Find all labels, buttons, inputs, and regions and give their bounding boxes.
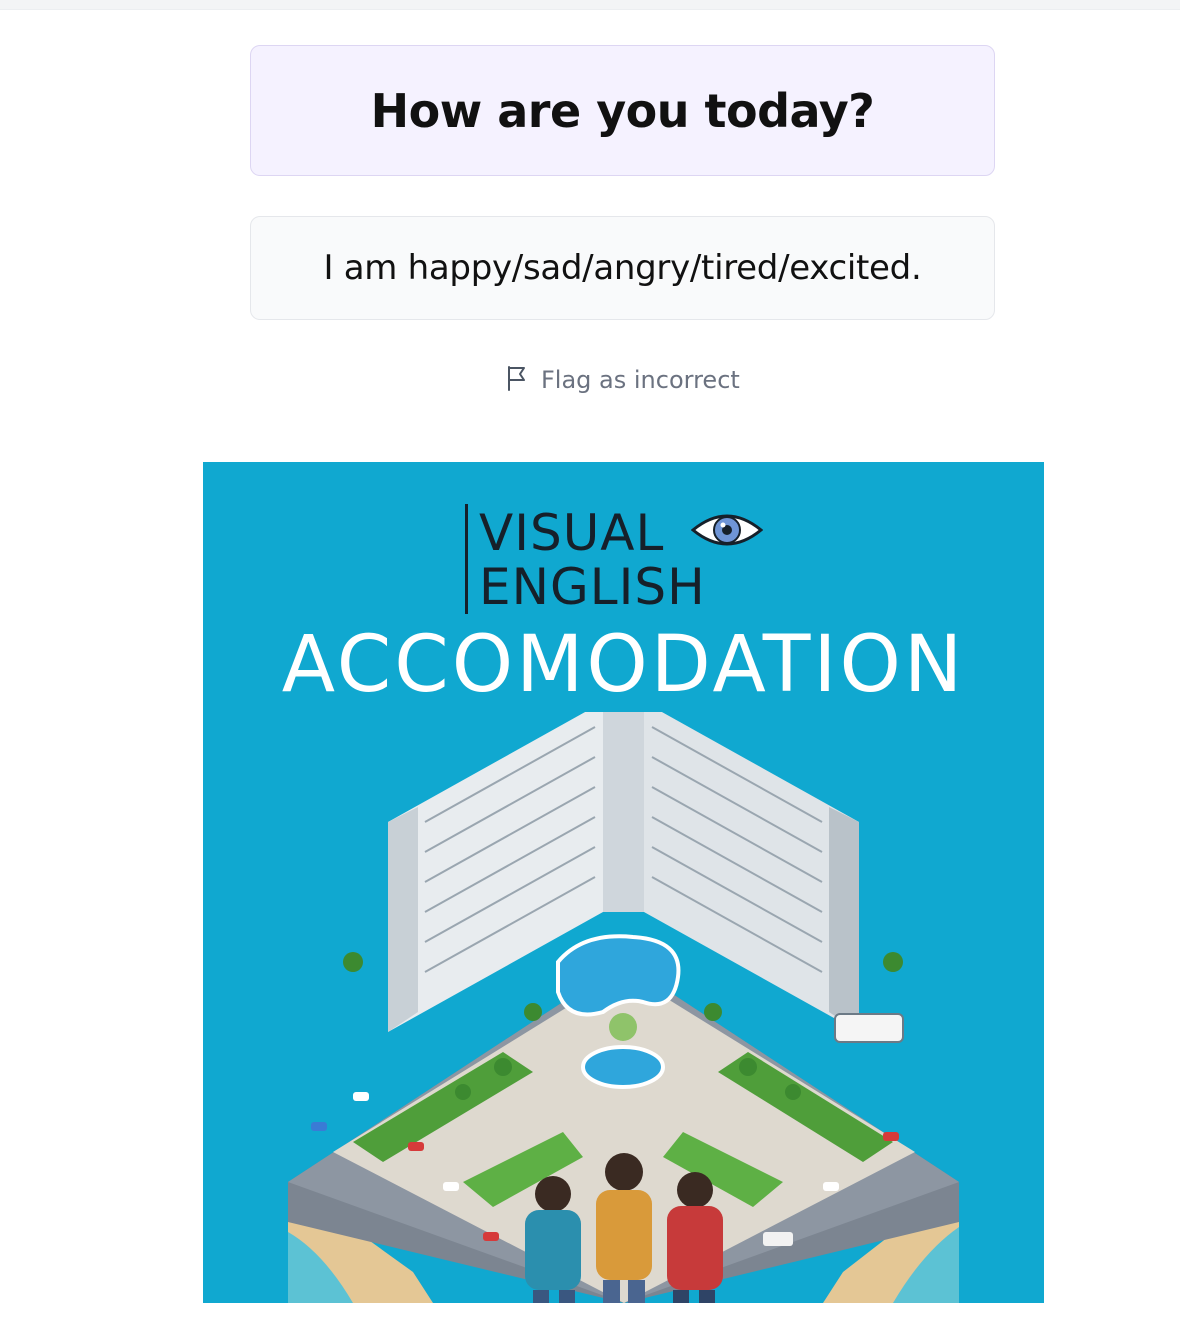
flag-icon [505,364,531,396]
answer-text: I am happy/sad/angry/tired/excited. [323,248,922,288]
logo-line-visual: VISUAL [479,504,665,562]
question-text: How are you today? [370,83,875,138]
eye-icon [691,514,763,546]
question-card: How are you today? [250,45,995,176]
logo-line-english: ENGLISH [479,558,706,616]
flag-incorrect-button[interactable]: Flag as incorrect [505,362,740,398]
image-title: ACCOMODATION [281,620,966,710]
answer-card: I am happy/sad/angry/tired/excited. [250,216,995,320]
logo-divider [465,504,468,614]
top-bar [0,0,1180,10]
hotel-illustration [288,712,959,1303]
lesson-image: VISUAL ENGLISH ACCOMODATION [203,462,1044,1303]
flag-label: Flag as incorrect [541,366,740,394]
visual-english-logo: VISUAL ENGLISH [465,504,775,616]
